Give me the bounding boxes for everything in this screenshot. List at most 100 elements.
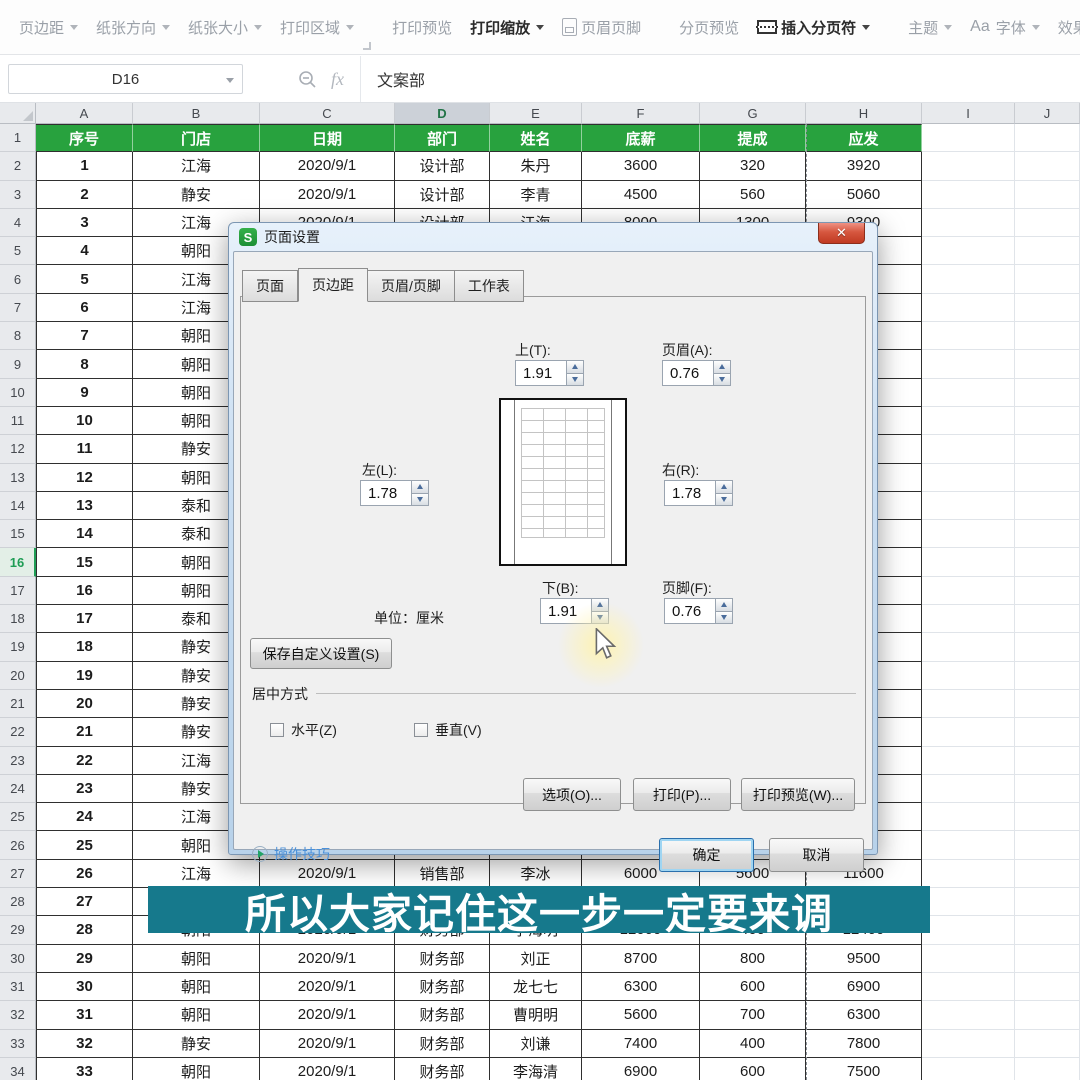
- grid-cell[interactable]: 13: [36, 492, 133, 520]
- empty-cell[interactable]: [922, 492, 1015, 520]
- row-header-12[interactable]: 12: [0, 435, 36, 463]
- grid-cell[interactable]: 400: [700, 1030, 806, 1058]
- formula-input[interactable]: 文案部: [360, 56, 1080, 102]
- empty-cell[interactable]: [1015, 775, 1080, 803]
- paper-size-button[interactable]: 纸张大小: [179, 8, 271, 46]
- grid-cell[interactable]: 朝阳: [133, 1058, 260, 1080]
- grid-cell[interactable]: 朝阳: [133, 973, 260, 1001]
- grid-cell[interactable]: 10: [36, 407, 133, 435]
- table-header-cell[interactable]: 姓名: [490, 124, 582, 152]
- row-header-7[interactable]: 7: [0, 294, 36, 322]
- empty-cell[interactable]: [922, 520, 1015, 548]
- dialog-launcher-icon[interactable]: [363, 42, 371, 50]
- row-header-21[interactable]: 21: [0, 690, 36, 718]
- grid-cell[interactable]: 27: [36, 888, 133, 916]
- row-header-6[interactable]: 6: [0, 265, 36, 293]
- row-header-15[interactable]: 15: [0, 520, 36, 548]
- empty-cell[interactable]: [1015, 464, 1080, 492]
- grid-cell[interactable]: 2020/9/1: [260, 1030, 395, 1058]
- empty-cell[interactable]: [922, 124, 1015, 152]
- empty-cell[interactable]: [1015, 945, 1080, 973]
- row-header-26[interactable]: 26: [0, 831, 36, 859]
- grid-cell[interactable]: 28: [36, 916, 133, 944]
- empty-cell[interactable]: [1015, 860, 1080, 888]
- grid-cell[interactable]: 9500: [806, 945, 922, 973]
- empty-cell[interactable]: [922, 860, 1015, 888]
- spin-up-icon[interactable]: [591, 598, 609, 611]
- empty-cell[interactable]: [1015, 322, 1080, 350]
- row-header-13[interactable]: 13: [0, 464, 36, 492]
- spin-down-icon[interactable]: [715, 611, 733, 625]
- row-header-5[interactable]: 5: [0, 237, 36, 265]
- margins-button[interactable]: 页边距: [10, 8, 87, 46]
- empty-cell[interactable]: [922, 407, 1015, 435]
- checkbox-icon[interactable]: [414, 723, 428, 737]
- left-margin-stepper[interactable]: [411, 480, 429, 506]
- grid-cell[interactable]: 江海: [133, 860, 260, 888]
- spin-up-icon[interactable]: [715, 598, 733, 611]
- spin-down-icon[interactable]: [715, 493, 733, 507]
- header-footer-button[interactable]: 页眉页脚: [553, 8, 650, 46]
- select-all-corner[interactable]: [0, 103, 36, 124]
- row-header-33[interactable]: 33: [0, 1030, 36, 1058]
- tab-margins[interactable]: 页边距: [298, 268, 368, 302]
- empty-cell[interactable]: [1015, 548, 1080, 576]
- table-header-cell[interactable]: 底薪: [582, 124, 700, 152]
- grid-cell[interactable]: 7500: [806, 1058, 922, 1080]
- spin-down-icon[interactable]: [566, 373, 584, 387]
- row-header-3[interactable]: 3: [0, 181, 36, 209]
- center-horizontal-checkbox[interactable]: 水平(Z): [270, 720, 337, 740]
- grid-cell[interactable]: 600: [700, 1058, 806, 1080]
- grid-cell[interactable]: 刘谦: [490, 1030, 582, 1058]
- grid-cell[interactable]: 18: [36, 633, 133, 661]
- empty-cell[interactable]: [922, 747, 1015, 775]
- spin-up-icon[interactable]: [411, 480, 429, 493]
- empty-cell[interactable]: [1015, 747, 1080, 775]
- grid-cell[interactable]: 财务部: [395, 1001, 490, 1029]
- empty-cell[interactable]: [1015, 718, 1080, 746]
- empty-cell[interactable]: [1015, 888, 1080, 916]
- print-button[interactable]: 打印(P)...: [633, 778, 731, 811]
- grid-cell[interactable]: 16: [36, 577, 133, 605]
- empty-cell[interactable]: [922, 1001, 1015, 1029]
- empty-cell[interactable]: [1015, 265, 1080, 293]
- empty-cell[interactable]: [1015, 577, 1080, 605]
- empty-cell[interactable]: [922, 916, 1015, 944]
- grid-cell[interactable]: 15: [36, 548, 133, 576]
- function-icon[interactable]: fx: [331, 69, 344, 90]
- row-header-11[interactable]: 11: [0, 407, 36, 435]
- empty-cell[interactable]: [922, 1030, 1015, 1058]
- column-header-G[interactable]: G: [700, 103, 806, 124]
- grid-cell[interactable]: 3: [36, 209, 133, 237]
- grid-cell[interactable]: 17: [36, 605, 133, 633]
- tab-sheet[interactable]: 工作表: [455, 270, 524, 302]
- grid-cell[interactable]: 2020/9/1: [260, 1058, 395, 1080]
- column-header-A[interactable]: A: [36, 103, 133, 124]
- bottom-margin-input[interactable]: [540, 598, 591, 624]
- grid-cell[interactable]: 2020/9/1: [260, 945, 395, 973]
- grid-cell[interactable]: 2020/9/1: [260, 152, 395, 180]
- row-header-29[interactable]: 29: [0, 916, 36, 944]
- empty-cell[interactable]: [922, 464, 1015, 492]
- empty-cell[interactable]: [1015, 435, 1080, 463]
- grid-cell[interactable]: 5600: [582, 1001, 700, 1029]
- bottom-margin-stepper[interactable]: [591, 598, 609, 624]
- grid-cell[interactable]: 3920: [806, 152, 922, 180]
- table-header-cell[interactable]: 序号: [36, 124, 133, 152]
- grid-cell[interactable]: 8: [36, 350, 133, 378]
- column-header-J[interactable]: J: [1015, 103, 1080, 124]
- empty-cell[interactable]: [922, 803, 1015, 831]
- empty-cell[interactable]: [922, 152, 1015, 180]
- grid-cell[interactable]: 25: [36, 831, 133, 859]
- grid-cell[interactable]: 龙七七: [490, 973, 582, 1001]
- empty-cell[interactable]: [1015, 916, 1080, 944]
- right-margin-stepper[interactable]: [715, 480, 733, 506]
- empty-cell[interactable]: [1015, 124, 1080, 152]
- zoom-out-icon[interactable]: [298, 70, 317, 89]
- grid-cell[interactable]: 24: [36, 803, 133, 831]
- row-header-10[interactable]: 10: [0, 379, 36, 407]
- left-margin-input[interactable]: [360, 480, 411, 506]
- empty-cell[interactable]: [922, 379, 1015, 407]
- spin-down-icon[interactable]: [713, 373, 731, 387]
- grid-cell[interactable]: 19: [36, 662, 133, 690]
